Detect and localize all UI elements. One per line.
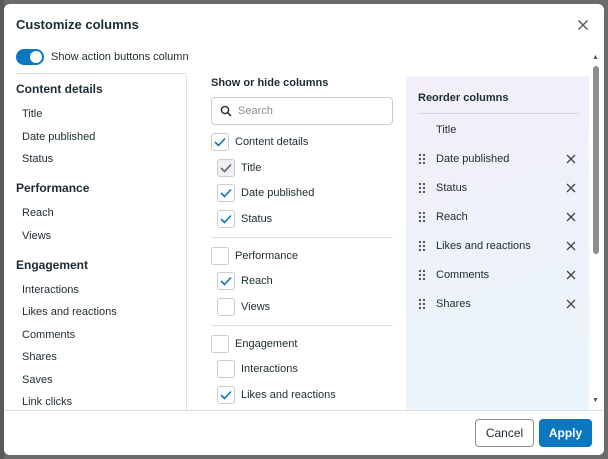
drag-handle-icon[interactable] [418,210,428,224]
action-buttons-toggle-row[interactable]: Show action buttons column [16,47,189,67]
checkbox[interactable] [217,159,235,177]
reorder-item-label: Likes and reactions [436,240,531,252]
search-input[interactable] [238,105,378,117]
checkbox[interactable] [217,298,235,316]
drag-handle-icon[interactable] [418,239,428,253]
dialog-header: Customize columns [4,4,604,48]
reorder-item[interactable]: Reach [418,207,578,227]
checkbox[interactable] [217,210,235,228]
checkbox-row-title[interactable]: Title [217,158,261,178]
nav-heading-content-details[interactable]: Content details [16,82,103,96]
apply-button[interactable]: Apply [539,419,592,447]
remove-icon[interactable] [564,239,578,253]
checkbox-row-performance[interactable]: Performance [211,246,298,266]
remove-icon[interactable] [564,152,578,166]
nav-item-views[interactable]: Views [22,230,51,242]
checkbox-label: Content details [235,136,309,148]
nav-item-reach[interactable]: Reach [22,207,54,219]
nav-item-shares[interactable]: Shares [22,351,57,363]
action-buttons-toggle[interactable] [16,49,44,65]
checkbox-label: Interactions [241,363,298,375]
checkbox-label: Reach [241,275,273,287]
checkbox[interactable] [211,247,229,265]
checkbox[interactable] [211,335,229,353]
reorder-item-label: Shares [436,298,471,310]
divider [418,113,578,114]
reorder-columns-panel: Reorder columns Title Date published Sta… [406,76,589,410]
reorder-item-fixed: Title [418,120,578,140]
reorder-item-label: Title [436,124,457,136]
scroll-down-icon[interactable]: ▼ [592,397,599,404]
scroll-up-icon[interactable]: ▲ [592,54,599,61]
divider [211,325,393,326]
nav-item-date-published[interactable]: Date published [22,131,95,143]
checkbox-row-status[interactable]: Status [217,209,272,229]
remove-icon[interactable] [564,268,578,282]
reorder-item-label: Date published [436,153,510,165]
reorder-item[interactable]: Likes and reactions [418,236,578,256]
show-hide-heading: Show or hide columns [211,77,329,89]
checkbox-label: Status [241,213,273,225]
nav-item-comments[interactable]: Comments [22,329,75,341]
drag-handle-icon[interactable] [418,152,428,166]
reorder-item[interactable]: Comments [418,265,578,285]
checkbox-row-views[interactable]: Views [217,297,270,317]
search-box[interactable] [211,97,393,125]
checkbox-label: Date published [241,187,315,199]
dialog-footer: Cancel Apply [4,410,604,455]
checkbox[interactable] [217,272,235,290]
nav-item-interactions[interactable]: Interactions [22,284,79,296]
nav-item-likes-and-reactions[interactable]: Likes and reactions [22,306,117,318]
reorder-item[interactable]: Shares [418,294,578,314]
close-icon[interactable] [573,15,593,35]
divider [16,73,186,74]
checkbox[interactable] [217,184,235,202]
nav-item-title[interactable]: Title [22,108,42,120]
drag-handle-icon[interactable] [418,268,428,282]
checkbox-row-date-published[interactable]: Date published [217,183,314,203]
remove-icon[interactable] [564,210,578,224]
checkbox-row-reach[interactable]: Reach [217,271,273,291]
remove-icon[interactable] [564,297,578,311]
checkbox-row-engagement[interactable]: Engagement [211,334,297,354]
reorder-item[interactable]: Date published [418,149,578,169]
checkbox-label: Likes and reactions [241,389,336,401]
checkbox-label: Engagement [235,338,298,350]
checkbox[interactable] [217,360,235,378]
nav-item-status[interactable]: Status [22,153,53,165]
checkbox-label: Views [241,301,271,313]
checkbox-label: Performance [235,250,298,262]
cancel-button[interactable]: Cancel [475,419,534,447]
customize-columns-dialog: Customize columns Show action buttons co… [4,4,604,455]
checkbox-row-likes-and-reactions[interactable]: Likes and reactions [217,385,336,405]
scrollbar-thumb[interactable] [593,66,599,254]
column-divider [186,76,187,410]
nav-item-link-clicks[interactable]: Link clicks [22,396,72,408]
toggle-label: Show action buttons column [51,51,189,63]
reorder-item-label: Comments [436,269,490,281]
nav-heading-engagement[interactable]: Engagement [16,258,88,272]
remove-icon[interactable] [564,181,578,195]
nav-item-saves[interactable]: Saves [22,374,53,386]
dialog-title: Customize columns [16,17,139,32]
reorder-item-label: Reach [436,211,468,223]
reorder-item-label: Status [436,182,468,194]
drag-handle-icon[interactable] [418,297,428,311]
reorder-heading: Reorder columns [418,92,509,104]
divider [211,237,393,238]
search-icon [220,105,232,117]
checkbox-label: Title [241,162,262,174]
reorder-item[interactable]: Status [418,178,578,198]
checkbox-row-content-details[interactable]: Content details [211,132,308,152]
checkbox[interactable] [211,133,229,151]
drag-handle-icon[interactable] [418,181,428,195]
checkbox[interactable] [217,386,235,404]
nav-heading-performance[interactable]: Performance [16,181,89,195]
checkbox-row-interactions[interactable]: Interactions [217,359,298,379]
